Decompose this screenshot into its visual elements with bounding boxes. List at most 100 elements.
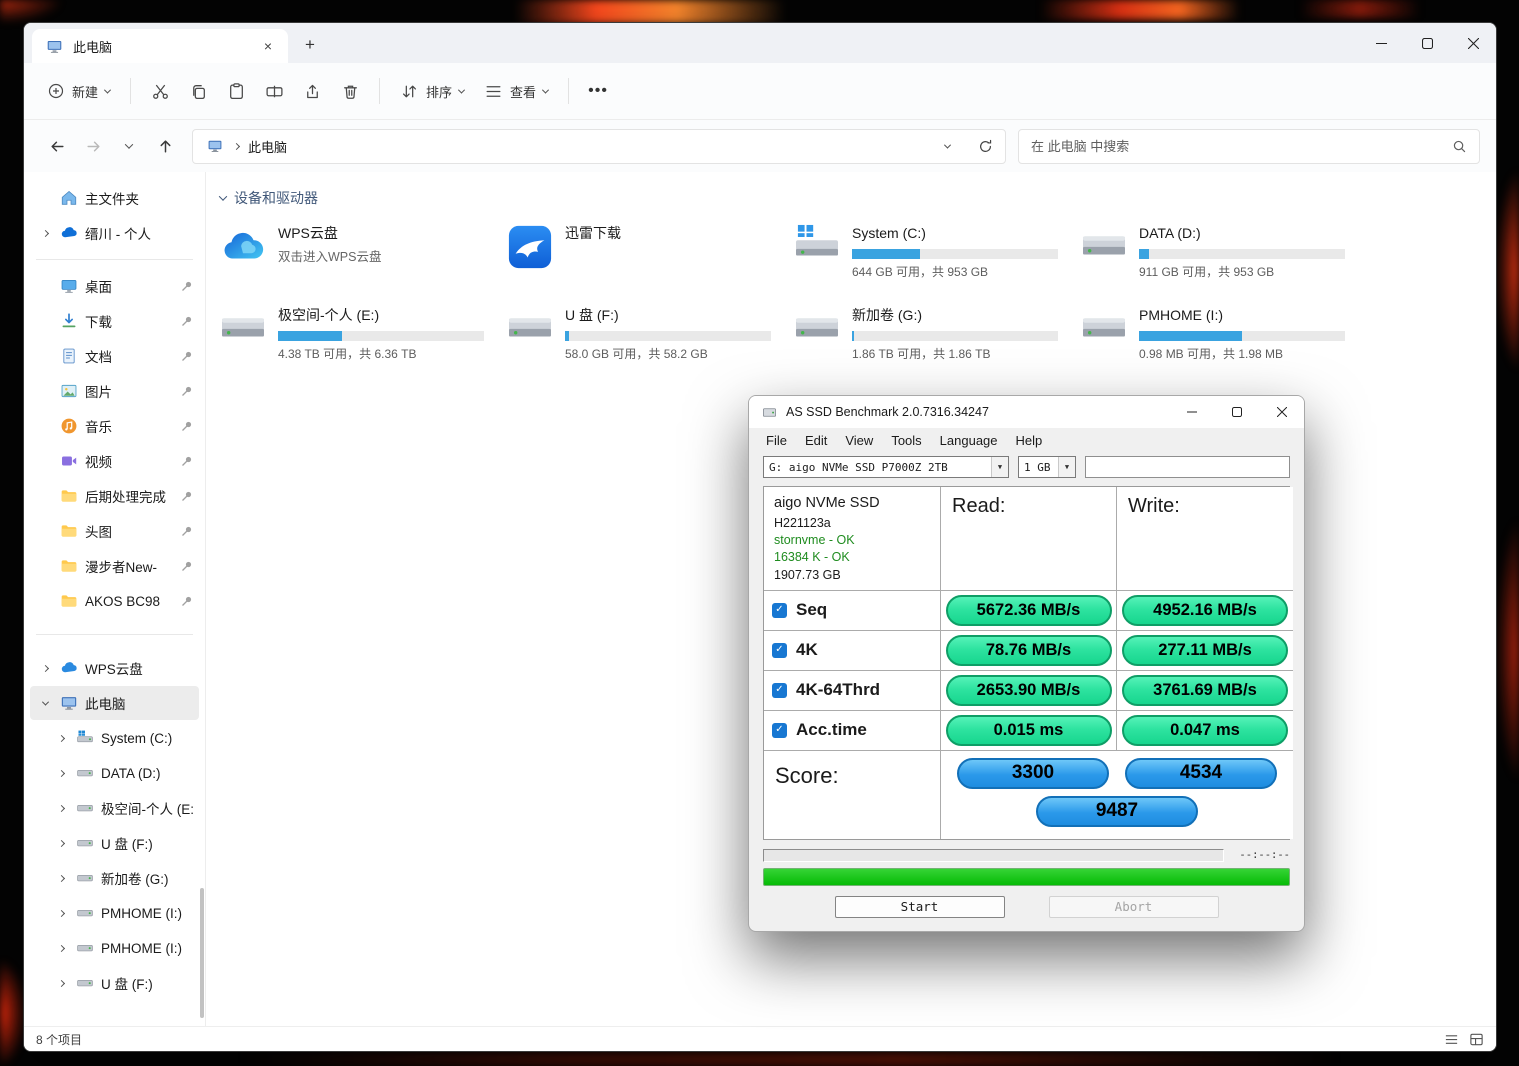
new-tab-button[interactable]: + xyxy=(294,29,326,61)
sidebar-item-music[interactable]: 音乐 xyxy=(30,409,199,443)
sidebar-item-drive-d[interactable]: DATA (D:) xyxy=(30,756,199,790)
tab-this-pc[interactable]: 此电脑 × xyxy=(32,29,288,63)
breadcrumb[interactable]: 此电脑 xyxy=(248,137,287,156)
forward-button[interactable] xyxy=(76,129,110,163)
checkbox-4k64[interactable] xyxy=(772,682,787,698)
checkbox-seq[interactable] xyxy=(772,602,787,618)
sidebar-item-downloads[interactable]: 下载 xyxy=(30,304,199,338)
sidebar-item-desktop[interactable]: 桌面 xyxy=(30,269,199,303)
sidebar-item-drive-f[interactable]: U 盘 (F:) xyxy=(30,966,199,1000)
sidebar-item-wps-cloud[interactable]: WPS云盘 xyxy=(30,651,199,685)
address-bar[interactable]: 此电脑 xyxy=(192,128,1006,164)
up-button[interactable] xyxy=(148,129,182,163)
benchmark-textbox[interactable] xyxy=(1085,456,1290,478)
acctime-write-value: 0.047 ms xyxy=(1117,710,1293,751)
paste-button[interactable] xyxy=(218,73,254,109)
menu-edit[interactable]: Edit xyxy=(796,431,836,450)
sidebar-item-onedrive[interactable]: 缙川 - 个人 xyxy=(30,216,199,250)
read-column-header: Read: xyxy=(941,487,1117,591)
sidebar-item-drive-g[interactable]: 新加卷 (G:) xyxy=(30,861,199,895)
checkbox-acctime[interactable] xyxy=(772,722,787,738)
minimize-button[interactable] xyxy=(1169,396,1214,428)
maximize-button[interactable] xyxy=(1214,396,1259,428)
sidebar-item-videos[interactable]: 视频 xyxy=(30,444,199,478)
sidebar-item-folder[interactable]: 后期处理完成 xyxy=(30,479,199,513)
drive-icon xyxy=(218,306,268,356)
sidebar-item-drive-i[interactable]: PMHOME (I:) xyxy=(30,896,199,930)
total-score: 9487 xyxy=(1036,795,1198,827)
item-thunder-download[interactable]: 迅雷下载 xyxy=(505,224,792,290)
item-wps-cloud[interactable]: WPS云盘 双击进入WPS云盘 xyxy=(218,224,505,290)
dropdown-arrow-icon xyxy=(1058,457,1075,477)
sidebar-item-documents[interactable]: 文档 xyxy=(30,339,199,373)
new-icon xyxy=(47,82,65,100)
menu-tools[interactable]: Tools xyxy=(882,431,930,450)
sidebar-item-home[interactable]: 主文件夹 xyxy=(30,181,199,215)
checkbox-4k[interactable] xyxy=(772,642,787,658)
large-icons-view-icon[interactable] xyxy=(1469,1032,1484,1047)
desktop-wallpaper-streak xyxy=(1496,520,1519,780)
search-box[interactable] xyxy=(1018,128,1480,164)
view-button[interactable]: 查看 xyxy=(475,74,557,109)
item-drive-c[interactable]: System (C:) 644 GB 可用，共 953 GB xyxy=(792,224,1079,290)
more-button[interactable]: ••• xyxy=(580,73,616,109)
sidebar-item-folder[interactable]: AKOS BC98 xyxy=(30,584,199,618)
item-drive-g[interactable]: 新加卷 (G:) 1.86 TB 可用，共 1.86 TB xyxy=(792,306,1079,372)
search-input[interactable] xyxy=(1031,138,1444,154)
menu-view[interactable]: View xyxy=(836,431,882,450)
system-drive-icon xyxy=(792,224,842,274)
devices-section-header[interactable]: 设备和驱动器 xyxy=(218,188,1496,208)
drive-icon xyxy=(75,868,95,888)
start-button[interactable]: Start xyxy=(834,895,1005,918)
capacity-bar xyxy=(1139,330,1345,341)
abort-button[interactable]: Abort xyxy=(1048,895,1219,918)
capacity-bar xyxy=(278,330,484,341)
rename-button[interactable] xyxy=(256,73,292,109)
sidebar-item-drive-c[interactable]: System (C:) xyxy=(30,721,199,755)
share-button[interactable] xyxy=(294,73,330,109)
sidebar-item-drive-i[interactable]: PMHOME (I:) xyxy=(30,931,199,965)
refresh-button[interactable] xyxy=(978,139,993,154)
sort-button[interactable]: 排序 xyxy=(391,74,473,109)
search-icon xyxy=(1452,139,1467,154)
copy-button[interactable] xyxy=(180,73,216,109)
menu-language[interactable]: Language xyxy=(931,431,1007,450)
new-button[interactable]: 新建 xyxy=(38,74,119,109)
close-button[interactable] xyxy=(1450,23,1496,63)
sidebar-item-drive-e[interactable]: 极空间-个人 (E:) xyxy=(30,791,199,825)
delete-button[interactable] xyxy=(332,73,368,109)
item-drive-d[interactable]: DATA (D:) 911 GB 可用，共 953 GB xyxy=(1079,224,1366,290)
sidebar-item-drive-f[interactable]: U 盘 (F:) xyxy=(30,826,199,860)
row-label-4k: 4K xyxy=(764,630,941,671)
sidebar-scrollbar[interactable] xyxy=(200,888,204,1018)
drive-icon xyxy=(75,833,95,853)
drive-icon xyxy=(75,903,95,923)
benchmark-titlebar[interactable]: AS SSD Benchmark 2.0.7316.34247 xyxy=(749,396,1304,428)
elapsed-time: --:--:-- xyxy=(1239,849,1290,862)
menu-help[interactable]: Help xyxy=(1007,431,1052,450)
this-pc-icon xyxy=(44,36,64,56)
sidebar-item-this-pc[interactable]: 此电脑 xyxy=(30,686,199,720)
collapse-chevron-icon[interactable] xyxy=(218,192,228,201)
recent-locations-button[interactable] xyxy=(112,129,146,163)
sidebar-item-folder[interactable]: 头图 xyxy=(30,514,199,548)
back-button[interactable] xyxy=(40,129,74,163)
tab-close-icon[interactable]: × xyxy=(256,34,280,58)
item-drive-f[interactable]: U 盘 (F:) 58.0 GB 可用，共 58.2 GB xyxy=(505,306,792,372)
cut-button[interactable] xyxy=(142,73,178,109)
minimize-button[interactable] xyxy=(1358,23,1404,63)
sidebar-item-pictures[interactable]: 图片 xyxy=(30,374,199,408)
read-score: 3300 xyxy=(957,757,1109,789)
item-drive-i[interactable]: PMHOME (I:) 0.98 MB 可用，共 1.98 MB xyxy=(1079,306,1366,372)
seq-write-value: 4952.16 MB/s xyxy=(1117,590,1293,631)
close-button[interactable] xyxy=(1259,396,1304,428)
list-view-icon[interactable] xyxy=(1444,1032,1459,1047)
item-drive-e[interactable]: 极空间-个人 (E:) 4.38 TB 可用，共 6.36 TB xyxy=(218,306,505,372)
test-size-select[interactable]: 1 GB xyxy=(1018,456,1076,478)
maximize-button[interactable] xyxy=(1404,23,1450,63)
sidebar-item-folder[interactable]: 漫步者New- xyxy=(30,549,199,583)
navigation-pane: 主文件夹 缙川 - 个人 桌面 下载 文档 图片 音乐 视频 后期处理完成 头图… xyxy=(24,172,206,1026)
menu-file[interactable]: File xyxy=(757,431,796,450)
address-dropdown-icon[interactable] xyxy=(943,141,952,149)
drive-select[interactable]: G: aigo NVMe SSD P7000Z 2TB xyxy=(763,456,1009,478)
